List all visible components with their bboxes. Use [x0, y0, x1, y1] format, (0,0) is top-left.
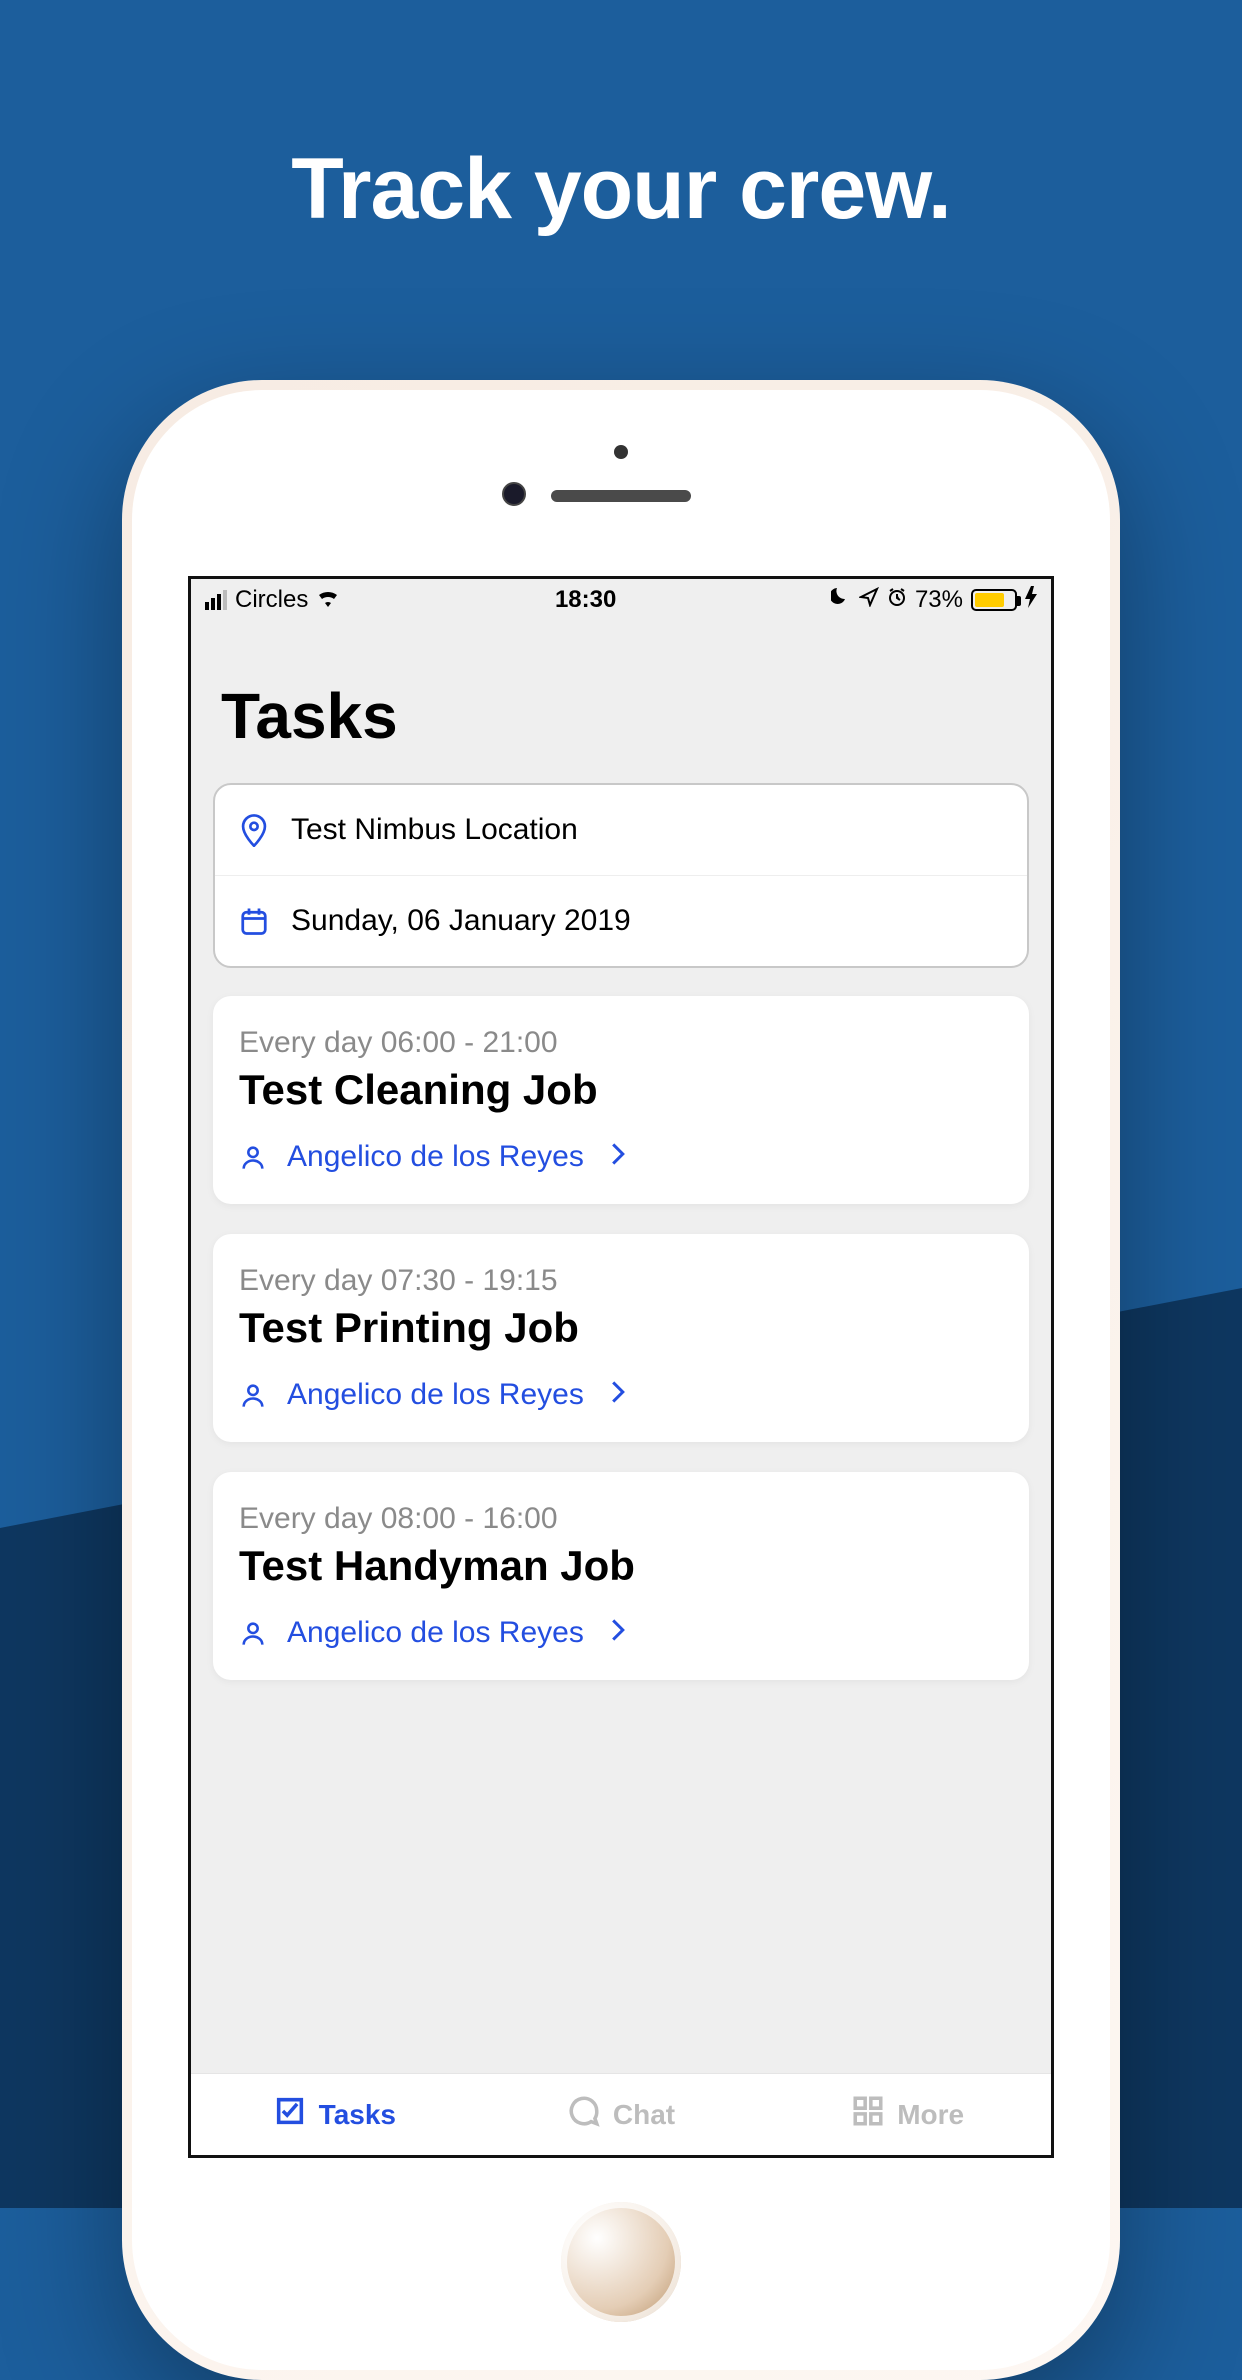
task-card[interactable]: Every day 07:30 - 19:15 Test Printing Jo…: [213, 1234, 1029, 1442]
chat-icon: [567, 2094, 601, 2135]
phone-bezel: Circles 18:30 73%: [132, 390, 1110, 2370]
app-screen: Circles 18:30 73%: [188, 576, 1054, 2158]
wifi-icon: [316, 587, 340, 613]
filter-location[interactable]: Test Nimbus Location: [215, 785, 1027, 875]
tab-label: Tasks: [319, 2099, 396, 2131]
tab-more[interactable]: More: [764, 2074, 1051, 2155]
alarm-icon: [887, 586, 907, 614]
task-schedule: Every day 06:00 - 21:00: [239, 1026, 1003, 1060]
task-schedule: Every day 07:30 - 19:15: [239, 1264, 1003, 1298]
moon-icon: [831, 586, 851, 614]
task-assignee-name: Angelico de los Reyes: [287, 1616, 584, 1650]
chevron-right-icon: [610, 1616, 626, 1650]
battery-icon: [971, 589, 1017, 611]
tab-chat[interactable]: Chat: [478, 2074, 765, 2155]
task-list[interactable]: Every day 06:00 - 21:00 Test Cleaning Jo…: [191, 968, 1051, 1680]
chevron-right-icon: [610, 1140, 626, 1174]
task-assignee-name: Angelico de los Reyes: [287, 1140, 584, 1174]
status-time: 18:30: [555, 586, 616, 614]
tasks-icon: [273, 2094, 307, 2135]
task-assignee-row[interactable]: Angelico de los Reyes: [239, 1140, 1003, 1174]
person-icon: [239, 1619, 267, 1647]
carrier-label: Circles: [235, 586, 308, 614]
chevron-right-icon: [610, 1378, 626, 1412]
battery-percent: 73%: [915, 586, 963, 614]
filter-date-value: Sunday, 06 January 2019: [291, 904, 631, 938]
person-icon: [239, 1143, 267, 1171]
task-assignee-row[interactable]: Angelico de los Reyes: [239, 1378, 1003, 1412]
charging-icon: [1025, 586, 1037, 615]
phone-home-button: [561, 2202, 681, 2322]
tab-tasks[interactable]: Tasks: [191, 2074, 478, 2155]
phone-speaker: [551, 490, 691, 502]
task-title: Test Cleaning Job: [239, 1066, 1003, 1114]
task-assignee-name: Angelico de los Reyes: [287, 1378, 584, 1412]
filter-card: Test Nimbus Location Sunday, 06 January …: [213, 783, 1029, 968]
task-title: Test Printing Job: [239, 1304, 1003, 1352]
person-icon: [239, 1381, 267, 1409]
filter-location-value: Test Nimbus Location: [291, 813, 578, 847]
phone-front-camera: [502, 482, 526, 506]
task-title: Test Handyman Job: [239, 1542, 1003, 1590]
marketing-headline: Track your crew.: [0, 140, 1242, 239]
task-schedule: Every day 08:00 - 16:00: [239, 1502, 1003, 1536]
location-pin-icon: [239, 813, 269, 847]
calendar-icon: [239, 906, 269, 936]
tab-label: More: [897, 2099, 964, 2131]
phone-frame: Circles 18:30 73%: [122, 380, 1120, 2380]
grid-icon: [851, 2094, 885, 2135]
signal-icon: [205, 590, 227, 610]
task-card[interactable]: Every day 08:00 - 16:00 Test Handyman Jo…: [213, 1472, 1029, 1680]
filter-date[interactable]: Sunday, 06 January 2019: [215, 875, 1027, 966]
tab-bar: Tasks Chat More: [191, 2073, 1051, 2155]
phone-top-sensor: [614, 445, 628, 459]
location-arrow-icon: [859, 586, 879, 614]
task-assignee-row[interactable]: Angelico de los Reyes: [239, 1616, 1003, 1650]
task-card[interactable]: Every day 06:00 - 21:00 Test Cleaning Jo…: [213, 996, 1029, 1204]
status-bar: Circles 18:30 73%: [191, 579, 1051, 621]
tab-label: Chat: [613, 2099, 675, 2131]
page-title: Tasks: [191, 621, 1051, 783]
